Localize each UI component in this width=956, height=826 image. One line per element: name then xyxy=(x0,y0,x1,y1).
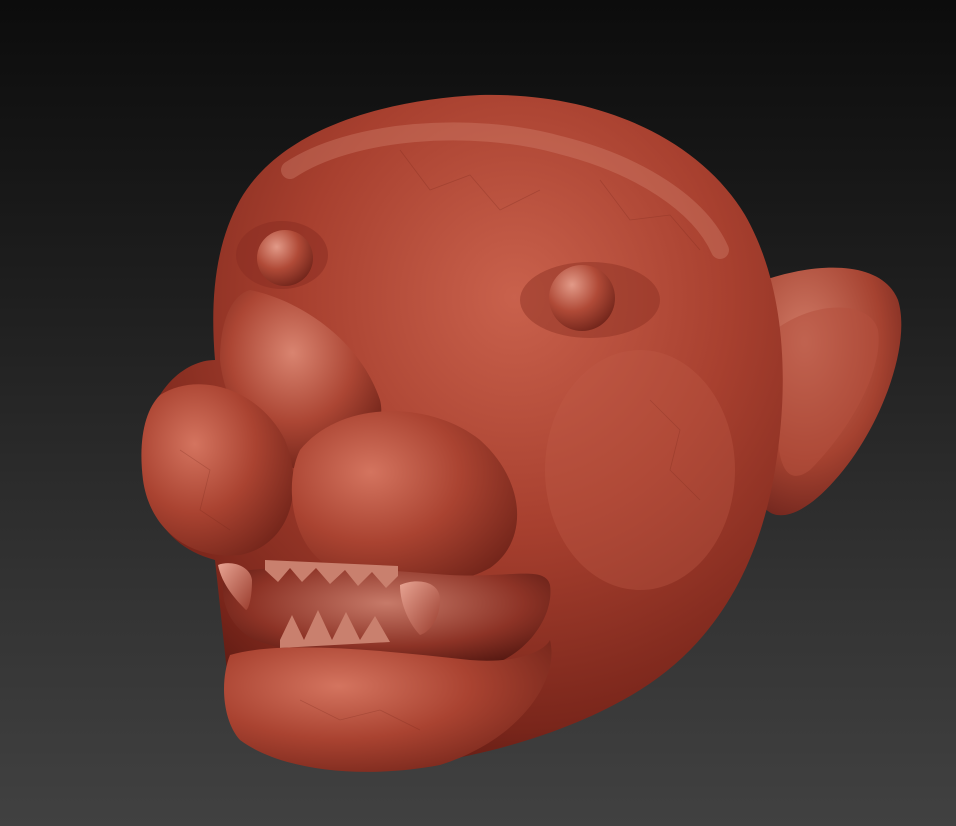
sculpt-render xyxy=(141,94,902,772)
right-eye xyxy=(549,265,615,331)
cheek-highlight xyxy=(545,350,735,590)
sculpt-viewport[interactable] xyxy=(0,0,956,826)
left-eye xyxy=(257,230,313,286)
ear-inner xyxy=(775,307,879,476)
